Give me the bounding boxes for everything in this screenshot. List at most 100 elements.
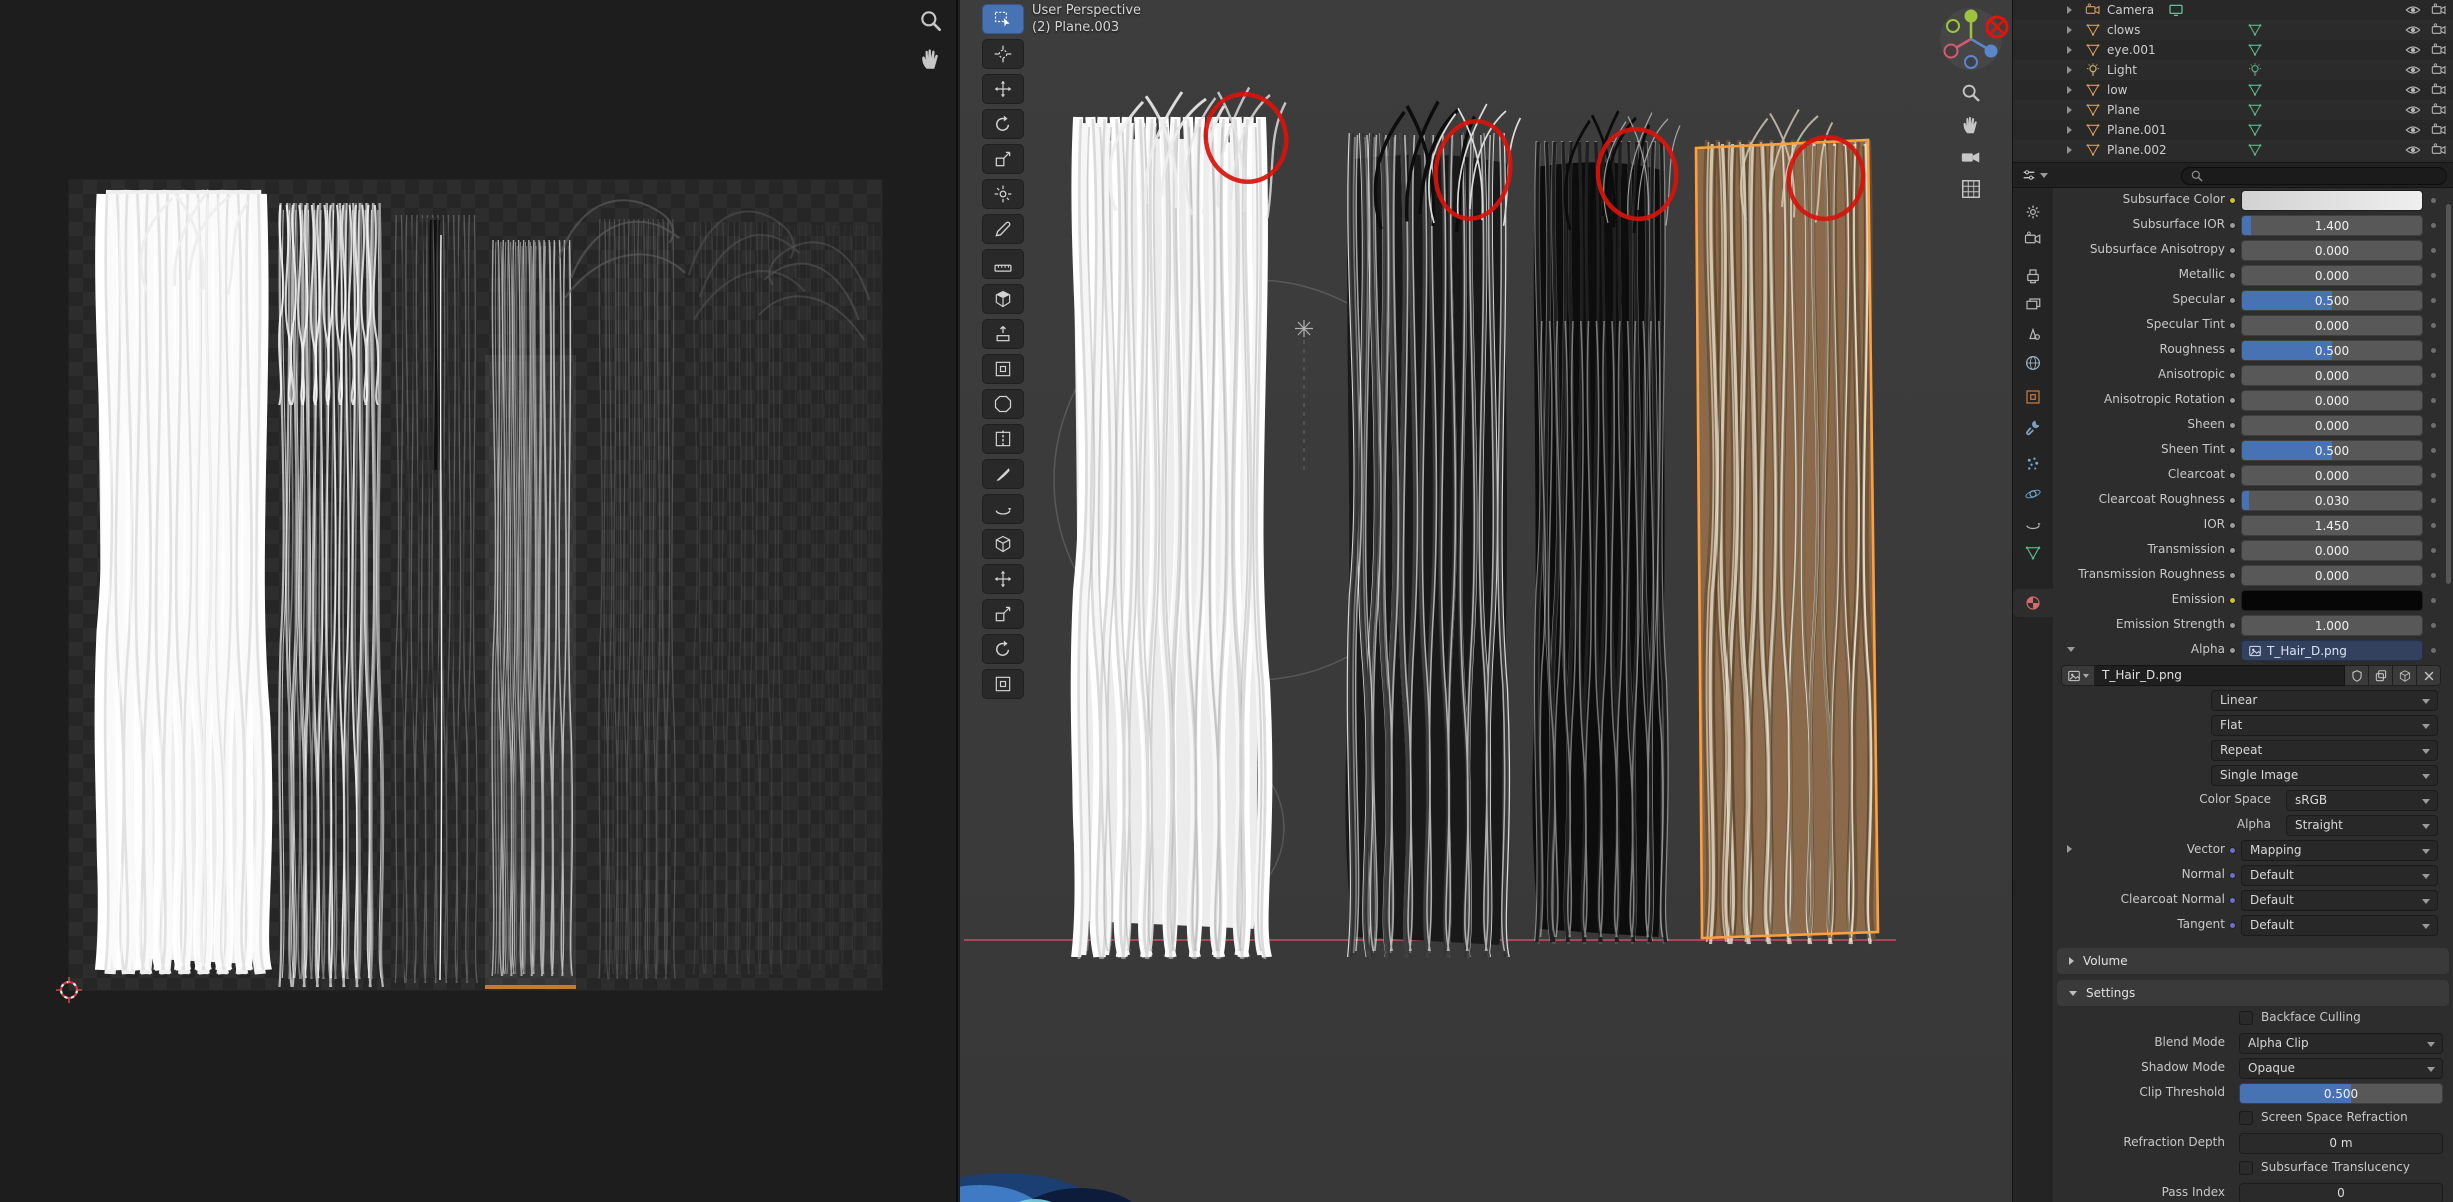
anisotropic-slider[interactable]: 0.000 [2241,365,2423,386]
render-visibility-toggle[interactable] [2431,22,2447,38]
tool-scale[interactable] [982,144,1024,174]
refraction-depth-field[interactable]: 0 m [2239,1133,2443,1154]
image-editor-panel[interactable] [0,0,958,1202]
viewport-canvas[interactable] [960,0,2012,1202]
tool-randomize[interactable] [982,634,1024,664]
tool-bevel[interactable] [982,389,1024,419]
pan-hand-icon[interactable] [918,46,944,72]
hide-eye-toggle[interactable] [2405,62,2421,78]
backface-culling-checkbox[interactable] [2239,1011,2253,1025]
uv-2d-cursor[interactable] [55,976,83,1004]
grid-ortho-icon[interactable] [1960,178,1982,200]
tool-spin[interactable] [982,494,1024,524]
screen-space-refraction-checkbox[interactable] [2239,1111,2253,1125]
subsurface-color-swatch[interactable] [2241,190,2423,211]
outliner-item-label[interactable]: Plane.002 [2107,142,2167,158]
zoom-icon[interactable] [918,8,944,34]
outliner-item-label[interactable]: low [2107,82,2128,98]
tab-scene[interactable] [2013,320,2053,348]
anisotropic-rotation-slider[interactable]: 0.000 [2241,390,2423,411]
tab-output[interactable] [2013,262,2053,290]
tool-transform[interactable] [982,179,1024,209]
tool-loop-cut[interactable] [982,424,1024,454]
extension-dropdown[interactable]: Repeat [2211,740,2438,761]
tab-render[interactable] [2013,225,2053,253]
outliner-row-mesh[interactable]: clows [2013,20,2453,40]
tab-world[interactable] [2013,349,2053,377]
source-dropdown[interactable]: Single Image [2211,765,2438,786]
outliner-row-mesh[interactable]: low [2013,80,2453,100]
render-visibility-toggle[interactable] [2431,82,2447,98]
render-visibility-toggle[interactable] [2431,142,2447,158]
image-browse-button[interactable] [2061,665,2095,686]
properties-search-input[interactable] [2181,167,2447,185]
transmission-roughness-slider[interactable]: 0.000 [2241,565,2423,586]
emission-strength-slider[interactable]: 1.000 [2241,615,2423,636]
vector-link-dropdown[interactable]: Mapping [2241,840,2438,861]
duplicate-datablock-button[interactable] [2369,665,2393,686]
hide-eye-toggle[interactable] [2405,122,2421,138]
render-visibility-toggle[interactable] [2431,62,2447,78]
pass-index-field[interactable]: 0 [2239,1183,2443,1202]
outliner-item-label[interactable]: Light [2107,62,2137,78]
specular-tint-slider[interactable]: 0.000 [2241,315,2423,336]
expand-arrow-icon[interactable] [2067,146,2072,154]
tab-modifiers[interactable] [2013,413,2053,441]
editor-type-dropdown[interactable] [2021,167,2048,183]
alpha-mode-dropdown[interactable]: Straight [2286,815,2438,836]
outliner-row-mesh[interactable]: Plane.001 [2013,120,2453,140]
metallic-slider[interactable]: 0.000 [2241,265,2423,286]
hair-card-3[interactable] [1532,111,1680,944]
tool-select-box[interactable] [982,4,1024,34]
render-visibility-toggle[interactable] [2431,122,2447,138]
hide-eye-toggle[interactable] [2405,22,2421,38]
alpha-image-link[interactable]: T_Hair_D.png [2241,640,2423,661]
hair-card-2[interactable] [1345,102,1520,958]
outliner-item-label[interactable]: clows [2107,22,2140,38]
clearcoat-normal-link-dropdown[interactable]: Default [2241,890,2438,911]
pan-hand-icon[interactable] [1960,114,1982,136]
tool-cursor[interactable] [982,39,1024,69]
tool-shrink-fatten[interactable] [982,599,1024,629]
outliner-row-mesh[interactable]: eye.001 [2013,40,2453,60]
tool-inset[interactable] [982,354,1024,384]
tab-physics[interactable] [2013,480,2053,508]
blend-mode-dropdown[interactable]: Alpha Clip [2239,1033,2443,1054]
outliner-item-label[interactable]: Plane [2107,102,2140,118]
camera-view-icon[interactable] [1960,146,1982,168]
projection-dropdown[interactable]: Flat [2211,715,2438,736]
outliner-item-label[interactable]: Camera [2107,2,2154,18]
hair-texture-canvas[interactable] [69,180,882,990]
light-object[interactable] [1295,320,1313,470]
normal-link-dropdown[interactable]: Default [2241,865,2438,886]
transmission-slider[interactable]: 0.000 [2241,540,2423,561]
color-space-dropdown[interactable]: sRGB [2286,790,2438,811]
subsurface-anisotropy-slider[interactable]: 0.000 [2241,240,2423,261]
tab-tool[interactable] [2013,198,2053,226]
shadow-mode-dropdown[interactable]: Opaque [2239,1058,2443,1079]
ior-slider[interactable]: 1.450 [2241,515,2423,536]
tool-smooth[interactable] [982,669,1024,699]
expand-arrow-icon[interactable] [2067,66,2072,74]
subsurface-translucency-checkbox[interactable] [2239,1161,2253,1175]
outliner-item-label[interactable]: Plane.001 [2107,122,2167,138]
viewport-3d[interactable]: User Perspective (2) Plane.003 [960,0,2012,1202]
hide-eye-toggle[interactable] [2405,82,2421,98]
clearcoat-roughness-slider[interactable]: 0.030 [2241,490,2423,511]
render-visibility-toggle[interactable] [2431,102,2447,118]
expand-arrow-icon[interactable] [2067,26,2072,34]
tab-particles[interactable] [2013,450,2053,478]
tool-extrude[interactable] [982,319,1024,349]
outliner-row-light[interactable]: Light [2013,60,2453,80]
tool-primitive-cube[interactable] [982,529,1024,559]
expand-arrow-icon[interactable] [2067,86,2072,94]
unpack-button[interactable] [2393,665,2417,686]
roughness-slider[interactable]: 0.500 [2241,340,2423,361]
expand-arrow-icon[interactable] [2067,6,2072,14]
hair-card-1[interactable] [1072,88,1285,959]
tab-material[interactable] [2013,589,2053,617]
emission-color-swatch[interactable] [2241,590,2423,611]
unlink-button[interactable] [2417,665,2441,686]
clearcoat-slider[interactable]: 0.000 [2241,465,2423,486]
tab-view-layer[interactable] [2013,291,2053,319]
